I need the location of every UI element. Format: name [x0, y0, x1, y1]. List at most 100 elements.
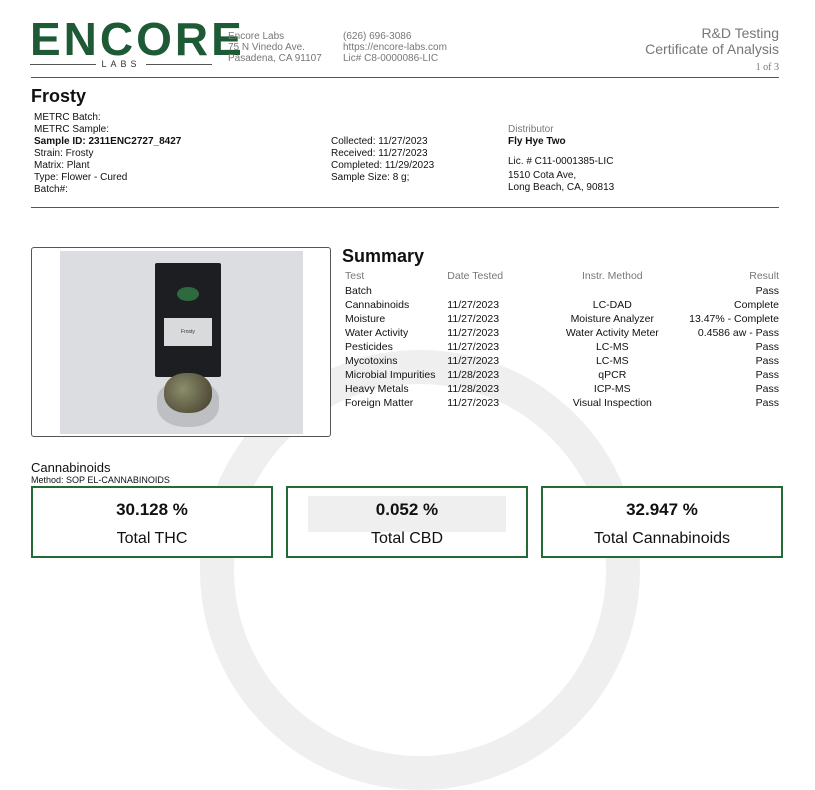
cell-date: 11/28/2023 [447, 383, 500, 395]
bag-label: Frosty [164, 318, 212, 346]
cell-test: Mycotoxins [345, 355, 398, 367]
cell-date: 11/28/2023 [447, 369, 500, 381]
sample-dates: Collected: 11/27/2023 Received: 11/27/20… [331, 136, 434, 184]
total-thc-label: Total THC [116, 530, 188, 547]
completed-date: Completed: 11/29/2023 [331, 160, 435, 171]
cell-test: Foreign Matter [345, 397, 414, 409]
address-line: Pasadena, CA 91107 [228, 53, 322, 64]
website-link[interactable]: https://encore-labs.com [343, 42, 447, 53]
total-cannabinoids-label: Total Cannabinoids [593, 530, 731, 547]
summary-table: Test Date Tested Instr. Method Result Ba… [342, 268, 782, 410]
cannabinoids-title: Cannabinoids [31, 460, 111, 475]
cell-result: Complete [734, 299, 779, 311]
report-title-line: Certificate of Analysis [645, 41, 779, 57]
sample-type: Type: Flower - Cured [34, 172, 128, 183]
total-cbd-label: Total CBD [370, 530, 444, 547]
cell-method: Water Activity Meter [565, 327, 659, 339]
product-name: Frosty [31, 86, 87, 106]
collected-date: Collected: 11/27/2023 [331, 136, 428, 147]
cell-test: Batch [345, 285, 372, 297]
cell-test: Cannabinoids [345, 299, 410, 311]
summary-row: Mycotoxins 11/27/2023 LC-MS Pass [342, 354, 782, 368]
summary-row: Heavy Metals 11/28/2023 ICP-MS Pass [342, 382, 782, 396]
logo-right-line [146, 64, 212, 65]
summary-row: Cannabinoids 11/27/2023 LC-DAD Complete [342, 298, 782, 312]
cell-test: Heavy Metals [345, 383, 409, 395]
cell-method: Moisture Analyzer [570, 313, 655, 325]
matrix: Matrix: Plant [34, 160, 90, 171]
cell-result: Pass [755, 355, 779, 367]
cell-date: 11/27/2023 [447, 397, 500, 409]
sample-id: Sample ID: 2311ENC2727_8427 [34, 136, 182, 147]
cell-date: 11/27/2023 [447, 313, 500, 325]
sample-details: METRC Batch: METRC Sample: Sample ID: 23… [34, 112, 181, 196]
cell-method: LC-MS [595, 341, 629, 353]
col-method: Instr. Method [581, 270, 643, 282]
summary-header-row: Test Date Tested Instr. Method Result [342, 268, 782, 284]
col-result: Result [749, 270, 779, 282]
sample-divider [31, 207, 779, 208]
lab-contact: (626) 696-3086 https://encore-labs.com L… [343, 31, 447, 64]
total-cannabinoids-value: 32.947 % [626, 500, 698, 519]
cell-test: Water Activity [345, 327, 409, 339]
distributor-block: Distributor Fly Hye Two Lic. # C11-00013… [508, 124, 614, 194]
phone-text: (626) 696-3086 [343, 31, 412, 42]
col-date: Date Tested [447, 270, 504, 282]
batch-number: Batch#: [34, 184, 68, 195]
bag-logo [177, 287, 199, 301]
metrc-sample: METRC Sample: [34, 124, 110, 135]
cell-result: Pass [755, 369, 779, 381]
cell-test: Pesticides [345, 341, 393, 353]
total-thc-value: 30.128 % [116, 500, 188, 519]
report-title: R&D Testing Certificate of Analysis [645, 25, 779, 57]
cell-method: LC-DAD [592, 299, 632, 311]
summary-title: Summary [342, 246, 425, 266]
cell-date: 11/27/2023 [447, 299, 500, 311]
cell-result: Pass [755, 285, 779, 297]
cell-date: 11/27/2023 [447, 341, 500, 353]
address-line: 75 N Vinedo Ave. [228, 42, 305, 53]
summary-row: Foreign Matter 11/27/2023 Visual Inspectio… [342, 396, 782, 410]
summary-row: Moisture 11/27/2023 Moisture Analyzer 13.47… [342, 312, 782, 326]
cell-result: 0.4586 aw - Pass [697, 327, 779, 339]
distributor-license: Lic. # C11-0001385-LIC [508, 156, 614, 167]
logo-sub: LABS [30, 58, 212, 70]
cell-method: Visual Inspection [572, 397, 652, 409]
photo-background: Frosty [60, 251, 303, 434]
total-thc-card: 30.128 % Total THC [31, 486, 273, 558]
cell-method: qPCR [598, 369, 627, 381]
logo-wordmark: ENCORE [30, 13, 245, 65]
summary-row: Microbial Impurities 11/28/2023 qPCR Pass [342, 368, 782, 382]
cell-result: 13.47% - Complete [689, 313, 779, 325]
cell-result: Pass [755, 383, 779, 395]
license-text: Lic# C8-0000086-LIC [343, 53, 439, 64]
metrc-batch: METRC Batch: [34, 112, 101, 123]
cell-method: ICP-MS [593, 383, 631, 395]
address-line: Encore Labs [228, 31, 285, 42]
cell-date: 11/27/2023 [447, 327, 500, 339]
report-title-line: R&D Testing [701, 25, 779, 41]
flower-bud-image [164, 373, 212, 413]
total-cbd-value: 0.052 % [375, 500, 439, 519]
cannabinoids-method: Method: SOP EL-CANNABINOIDS [31, 475, 170, 485]
page-number: 1 of 3 [755, 62, 779, 73]
cell-test: Microbial Impurities [345, 369, 436, 381]
distributor-address-line: Long Beach, CA, 90813 [508, 182, 615, 193]
summary-row: Pesticides 11/27/2023 LC-MS Pass [342, 340, 782, 354]
cell-result: Pass [755, 341, 779, 353]
cell-date: 11/27/2023 [447, 355, 500, 367]
lab-address: Encore Labs 75 N Vinedo Ave. Pasadena, C… [228, 31, 322, 64]
cell-result: Pass [755, 397, 779, 409]
strain: Strain: Frosty [34, 148, 94, 159]
total-cbd-card: 0.052 % Total CBD [286, 486, 528, 558]
received-date: Received: 11/27/2023 [331, 148, 428, 159]
cell-method [544, 284, 680, 298]
sample-size: Sample Size: 8 g; [331, 172, 410, 183]
product-bag-image: Frosty [155, 263, 221, 377]
col-test: Test [345, 270, 365, 282]
distributor-name: Fly Hye Two [508, 136, 566, 147]
summary-row: Batch Pass [342, 284, 782, 298]
distributor-address-line: 1510 Cota Ave, [508, 170, 577, 181]
distributor-label: Distributor [508, 124, 554, 135]
cell-date [444, 284, 544, 298]
